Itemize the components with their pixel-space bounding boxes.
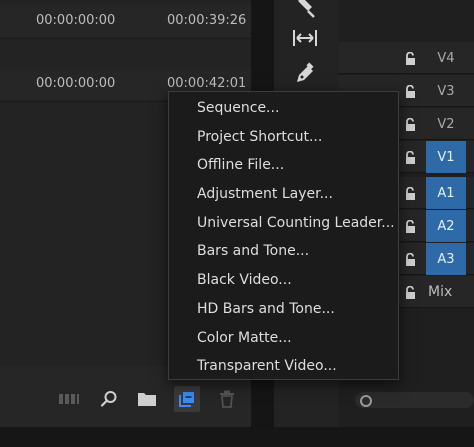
lock-icon[interactable] [404, 252, 418, 266]
row-divider [0, 38, 251, 39]
menu-item-transparent-video[interactable]: Transparent Video... [169, 352, 398, 381]
track-label[interactable]: A3 [426, 243, 466, 275]
zoom-scroll-handle[interactable] [360, 395, 372, 407]
track-label[interactable]: V3 [426, 75, 466, 107]
menu-item-universal-counting-leader[interactable]: Universal Counting Leader... [169, 209, 398, 238]
new-item-button[interactable] [174, 386, 200, 412]
menu-item-project-shortcut[interactable]: Project Shortcut... [169, 123, 398, 152]
new-item-icon [179, 392, 194, 407]
media-in-point: 00:00:00:00 [36, 76, 116, 91]
lock-icon[interactable] [404, 117, 418, 131]
freeform-view-icon [59, 394, 79, 404]
new-bin-button[interactable] [134, 386, 160, 412]
media-out-point: 00:00:39:26 [167, 13, 247, 28]
media-out-point: 00:00:42:01 [167, 76, 247, 91]
lock-icon[interactable] [404, 150, 418, 164]
track-label[interactable]: A1 [426, 177, 466, 209]
track-label[interactable]: A2 [426, 210, 466, 242]
menu-item-hd-bars-and-tone[interactable]: HD Bars and Tone... [169, 295, 398, 324]
search-icon [100, 391, 117, 407]
pen-tool[interactable] [288, 58, 322, 90]
razor-icon [298, 0, 315, 18]
razor-tool[interactable] [288, 0, 322, 24]
lock-icon[interactable] [404, 84, 418, 98]
menu-item-color-matte[interactable]: Color Matte... [169, 324, 398, 353]
table-row[interactable]: 00:00:00:00 00:00:39:26 [0, 5, 251, 37]
track-header-v4[interactable]: V4 [338, 42, 474, 74]
menu-item-adjustment-layer[interactable]: Adjustment Layer... [169, 180, 398, 209]
new-item-menu: Sequence... Project Shortcut... Offline … [168, 91, 399, 380]
freeform-view-button[interactable] [56, 386, 82, 412]
trash-icon [220, 390, 234, 408]
menu-item-bars-and-tone[interactable]: Bars and Tone... [169, 237, 398, 266]
slip-tool[interactable] [288, 22, 322, 54]
media-in-point: 00:00:00:00 [36, 13, 116, 28]
track-label[interactable]: V1 [426, 141, 466, 173]
track-label[interactable]: Mix [426, 276, 466, 308]
menu-item-sequence[interactable]: Sequence... [169, 94, 398, 123]
bottom-status-bar [0, 427, 474, 447]
pen-icon [297, 62, 314, 82]
track-label[interactable]: V2 [426, 108, 466, 140]
clear-button[interactable] [214, 386, 240, 412]
lock-icon[interactable] [404, 285, 418, 299]
search-button[interactable] [96, 386, 122, 412]
track-label[interactable]: V4 [426, 42, 466, 74]
menu-item-offline-file[interactable]: Offline File... [169, 151, 398, 180]
lock-icon[interactable] [404, 186, 418, 200]
lock-icon[interactable] [404, 219, 418, 233]
slip-icon [293, 30, 317, 46]
menu-item-black-video[interactable]: Black Video... [169, 266, 398, 295]
new-bin-icon [138, 393, 156, 406]
zoom-scrollbar[interactable] [355, 392, 474, 408]
lock-icon[interactable] [404, 51, 418, 65]
